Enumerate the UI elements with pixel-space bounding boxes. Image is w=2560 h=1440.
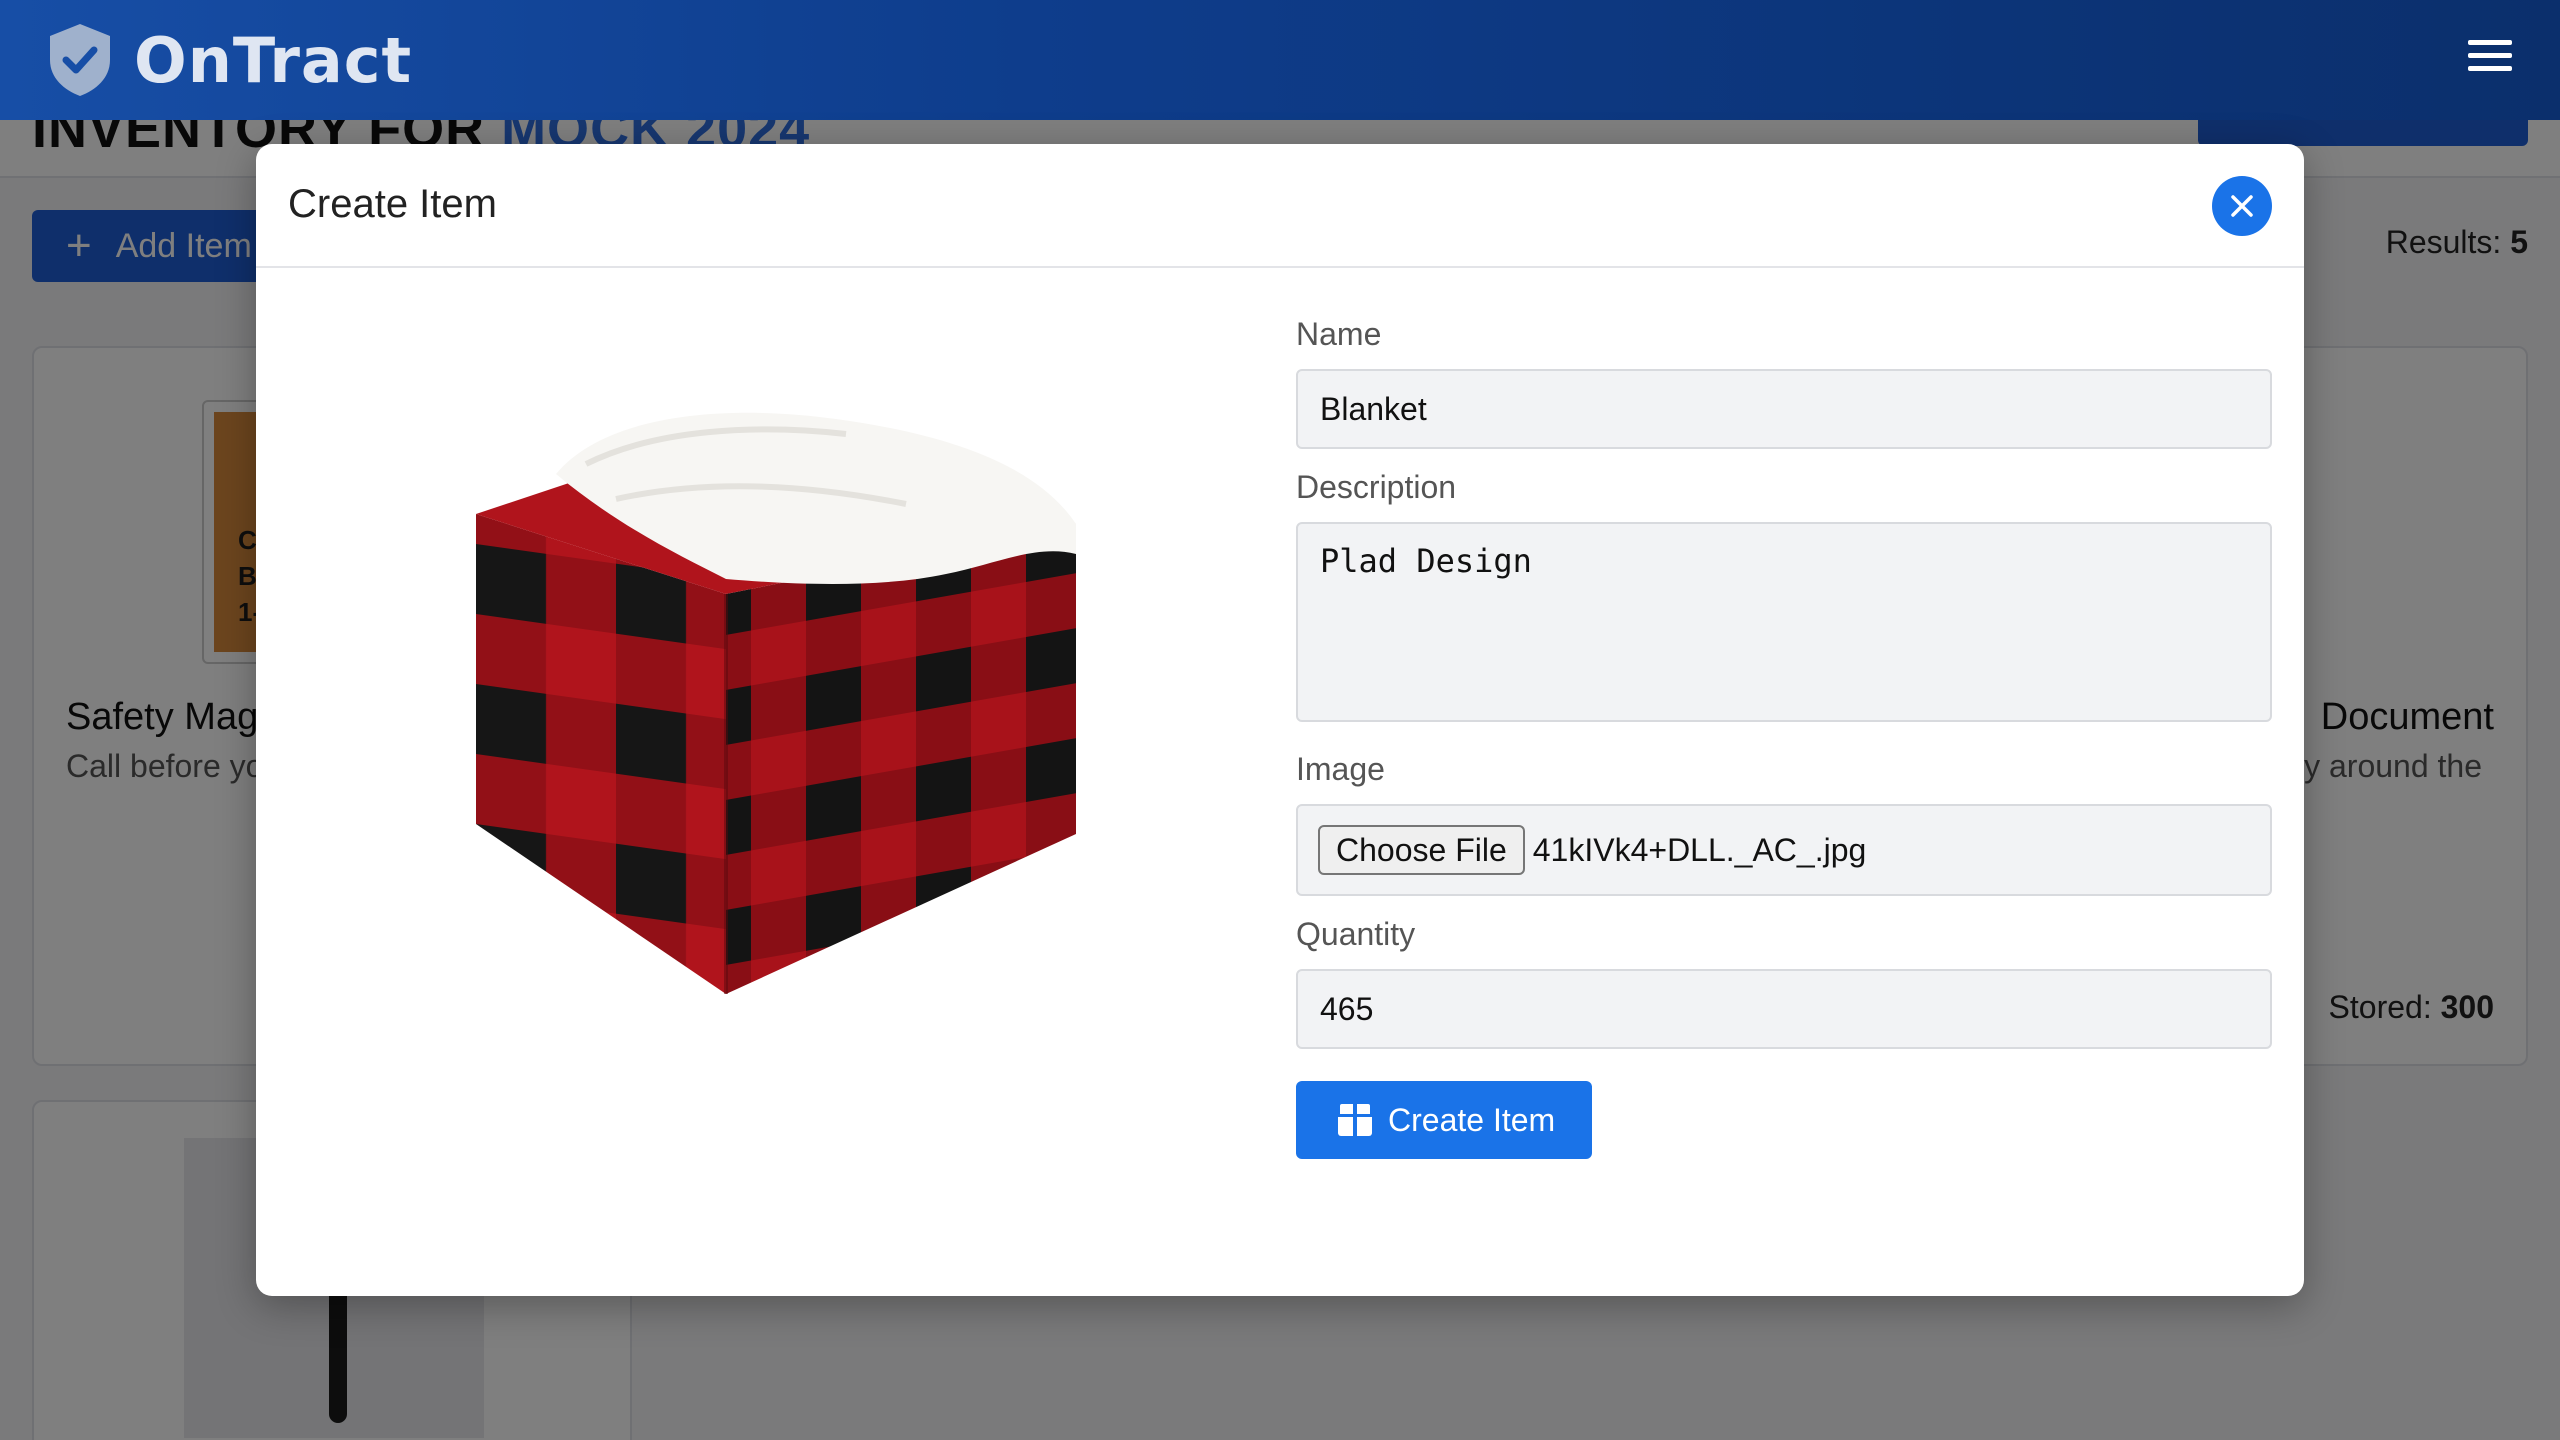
hamburger-menu-icon[interactable] [2468,40,2512,74]
quantity-label: Quantity [1296,916,1416,952]
description-textarea[interactable]: Plad Design [1296,522,2272,722]
create-item-form: Name Description Plad Design Image Choos… [1296,316,2272,1159]
name-input[interactable] [1296,369,2272,449]
name-label: Name [1296,316,1382,352]
description-label: Description [1296,469,1457,505]
close-button[interactable] [2212,176,2272,236]
close-icon [2231,195,2253,217]
image-label: Image [1296,751,1385,787]
image-preview [476,412,1076,994]
box-icon [1338,1104,1372,1136]
image-file-input[interactable]: Choose File 41kIVk4+DLL._AC_.jpg [1296,804,2272,896]
create-item-button[interactable]: Create Item [1296,1081,1592,1159]
selected-file-name: 41kIVk4+DLL._AC_.jpg [1532,831,1867,868]
quantity-input[interactable] [1296,969,2272,1049]
create-item-label: Create Item [1388,1101,1556,1138]
top-navbar: OnTract [0,0,2560,120]
app-logo[interactable]: OnTract [48,22,412,98]
choose-file-button[interactable]: Choose File [1318,825,1525,875]
modal-title: Create Item [288,182,497,226]
create-item-modal: Create Item Name Blanket Description Pla… [256,144,2304,1296]
modal-header: Create Item [256,144,2304,268]
shield-check-icon [50,24,110,96]
app-name: OnTract [134,23,413,97]
